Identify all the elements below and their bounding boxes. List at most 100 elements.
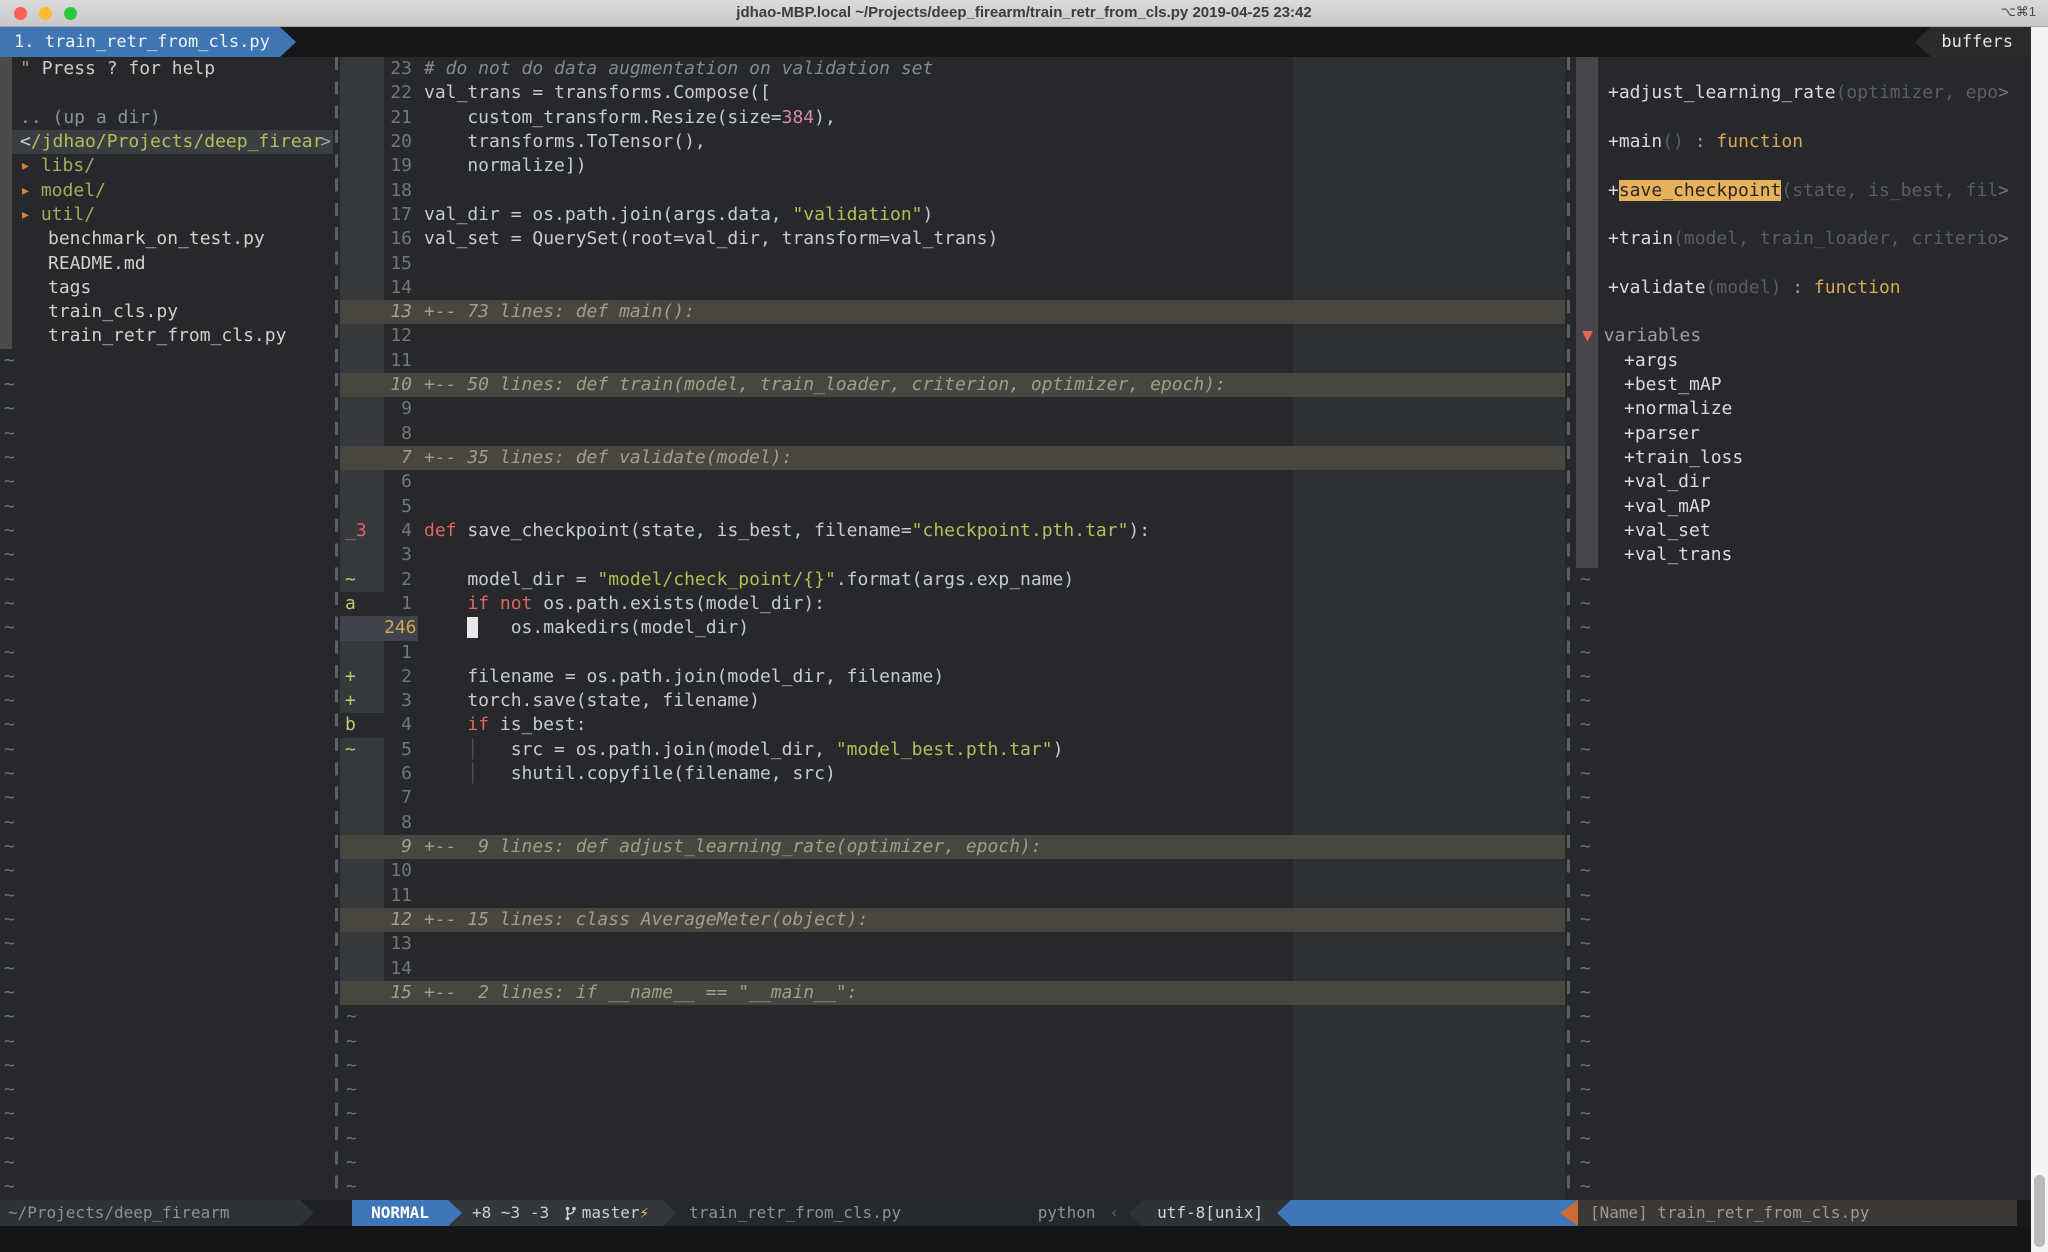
tree-file-item[interactable]: README.md (0, 252, 333, 276)
blank-code-line[interactable]: 10 (340, 859, 1565, 883)
tag-variable-item[interactable]: +val_mAP (1572, 495, 2031, 519)
code-line[interactable]: 19 normalize]) (340, 154, 1565, 178)
line-number: 12 (384, 908, 418, 932)
blank-code-line[interactable]: 11 (340, 884, 1565, 908)
tag-variable-item[interactable]: +best_mAP (1572, 373, 2031, 397)
line-number: 3 (384, 689, 418, 713)
blank-code-line[interactable]: 11 (340, 349, 1565, 373)
tagbar-empty-line: ~ (1572, 665, 2031, 689)
folded-code-line[interactable]: 10+-- 50 lines: def train(model, train_l… (340, 373, 1565, 397)
tag-variable-item[interactable]: +args (1572, 349, 2031, 373)
powerline-arrow-icon (1129, 1200, 1143, 1226)
empty-line: ~ (340, 1151, 1565, 1175)
tagbar-empty-line: ~ (1572, 689, 2031, 713)
blank-code-line[interactable]: 14 (340, 276, 1565, 300)
folded-code-line[interactable]: 7+-- 35 lines: def validate(model): (340, 446, 1565, 470)
tree-dir-item[interactable]: ▸util/ (0, 203, 333, 227)
tag-item[interactable]: +main() : function (1572, 130, 2031, 154)
tree-root-item[interactable]: </jdhao/Projects/deep_firear> (0, 130, 333, 154)
blank-code-line[interactable]: 15 (340, 252, 1565, 276)
terminal-scrollbar-thumb[interactable] (2034, 1175, 2045, 1247)
window-separator-right[interactable] (1567, 57, 1570, 1200)
tree-updir-item[interactable]: .. (up a dir) (0, 106, 333, 130)
code-line[interactable]: 23# do not do data augmentation on valid… (340, 57, 1565, 81)
line-number: 7 (384, 446, 418, 470)
code-line[interactable]: 6 │ shutil.copyfile(filename, src) (340, 762, 1565, 786)
tree-dir-item[interactable]: ▸model/ (0, 179, 333, 203)
code-line[interactable]: _34def save_checkpoint(state, is_best, f… (340, 519, 1565, 543)
code-line[interactable]: 20 transforms.ToTensor(), (340, 130, 1565, 154)
line-number: 15 (384, 252, 418, 276)
code-line[interactable]: a1 if not os.path.exists(model_dir): (340, 592, 1565, 616)
code-line[interactable]: 246 os.makedirs(model_dir) (340, 616, 1565, 640)
tree-empty-line: ~ (0, 1030, 333, 1054)
blank-code-line[interactable]: 1 (340, 641, 1565, 665)
code-line[interactable]: 17val_dir = os.path.join(args.data, "val… (340, 203, 1565, 227)
code-line[interactable]: 21 custom_transform.Resize(size=384), (340, 106, 1565, 130)
tag-item[interactable]: +validate(model) : function (1572, 276, 2031, 300)
code-line[interactable]: +2 filename = os.path.join(model_dir, fi… (340, 665, 1565, 689)
vim-command-line[interactable] (0, 1226, 2031, 1252)
blank-code-line[interactable]: 8 (340, 811, 1565, 835)
tag-item[interactable]: +train(model, train_loader, criterio> (1572, 227, 2031, 251)
blank-code-line[interactable]: 12 (340, 324, 1565, 348)
dir-expand-icon: ▸ (20, 180, 31, 201)
blank-code-line[interactable]: 6 (340, 470, 1565, 494)
code-line[interactable]: +3 torch.save(state, filename) (340, 689, 1565, 713)
fold-open-icon: ▼ (1582, 325, 1593, 346)
tag-variable-item[interactable]: +val_trans (1572, 543, 2031, 567)
tree-file-item[interactable]: benchmark_on_test.py (0, 227, 333, 251)
blank-code-line[interactable]: 14 (340, 957, 1565, 981)
folded-code-line[interactable]: 9+-- 9 lines: def adjust_learning_rate(o… (340, 835, 1565, 859)
tag-variable-item[interactable]: +parser (1572, 422, 2031, 446)
code-line[interactable]: 16val_set = QuerySet(root=val_dir, trans… (340, 227, 1565, 251)
tree-file-item[interactable]: tags (0, 276, 333, 300)
blank-code-line[interactable]: 7 (340, 786, 1565, 810)
tree-empty-line: ~ (0, 811, 333, 835)
gutter-sign: _3 (340, 519, 384, 543)
tagbar-empty-line: ~ (1572, 786, 2031, 810)
blank-code-line[interactable]: 3 (340, 543, 1565, 567)
tree-empty-line: ~ (0, 1151, 333, 1175)
blank-code-line[interactable]: 8 (340, 422, 1565, 446)
lightning-bolt-icon: ⚡ (640, 1200, 650, 1226)
gutter-sign: b (340, 713, 384, 737)
powerline-arrow-orange-icon (1560, 1200, 1578, 1226)
tag-kind-header[interactable]: ▼ variables (1572, 324, 2031, 348)
tag-item[interactable]: +adjust_learning_rate(optimizer, epo> (1572, 81, 2031, 105)
folded-code-line[interactable]: 12+-- 15 lines: class AverageMeter(objec… (340, 908, 1565, 932)
code-line[interactable]: ~2 model_dir = "model/check_point/{}".fo… (340, 568, 1565, 592)
tag-variable-item[interactable]: +val_dir (1572, 470, 2031, 494)
code-line[interactable]: b4 if is_best: (340, 713, 1565, 737)
terminal-scrollbar-track[interactable] (2031, 27, 2048, 1252)
tree-empty-line: ~ (0, 1127, 333, 1151)
tag-variable-item[interactable]: +train_loss (1572, 446, 2031, 470)
tag-item[interactable]: +save_checkpoint(state, is_best, fil> (1572, 179, 2031, 203)
line-number: 246 (384, 616, 418, 640)
code-line[interactable]: ~5 │ src = os.path.join(model_dir, "mode… (340, 738, 1565, 762)
line-number: 21 (384, 106, 418, 130)
tagbar-empty-line: ~ (1572, 641, 2031, 665)
blank-code-line[interactable]: 9 (340, 397, 1565, 421)
folded-code-line[interactable]: 13+-- 73 lines: def main(): (340, 300, 1565, 324)
macos-titlebar: jdhao-MBP.local ~/Projects/deep_firearm/… (0, 0, 2048, 27)
code-line[interactable]: 22val_trans = transforms.Compose([ (340, 81, 1565, 105)
window-separator-left[interactable] (335, 57, 338, 1200)
tree-empty-line: ~ (0, 641, 333, 665)
tree-file-item[interactable]: train_retr_from_cls.py (0, 324, 333, 348)
line-number: 10 (384, 859, 418, 883)
folded-code-line[interactable]: 15+-- 2 lines: if __name__ == "__main__"… (340, 981, 1565, 1005)
tree-empty-line: ~ (0, 713, 333, 737)
empty-line: ~ (340, 1078, 1565, 1102)
tree-file-item[interactable]: train_cls.py (0, 300, 333, 324)
tag-variable-item[interactable]: +normalize (1572, 397, 2031, 421)
blank-code-line[interactable]: 5 (340, 495, 1565, 519)
tree-dir-item[interactable]: ▸libs/ (0, 154, 333, 178)
tab-train-retr-from-cls[interactable]: 1. train_retr_from_cls.py (0, 27, 280, 57)
tag-variable-item[interactable]: +val_set (1572, 519, 2031, 543)
blank-code-line[interactable]: 18 (340, 179, 1565, 203)
line-number: 1 (384, 592, 418, 616)
blank-code-line[interactable]: 13 (340, 932, 1565, 956)
tree-empty-line: ~ (0, 349, 333, 373)
git-branch-name: master (582, 1200, 640, 1226)
